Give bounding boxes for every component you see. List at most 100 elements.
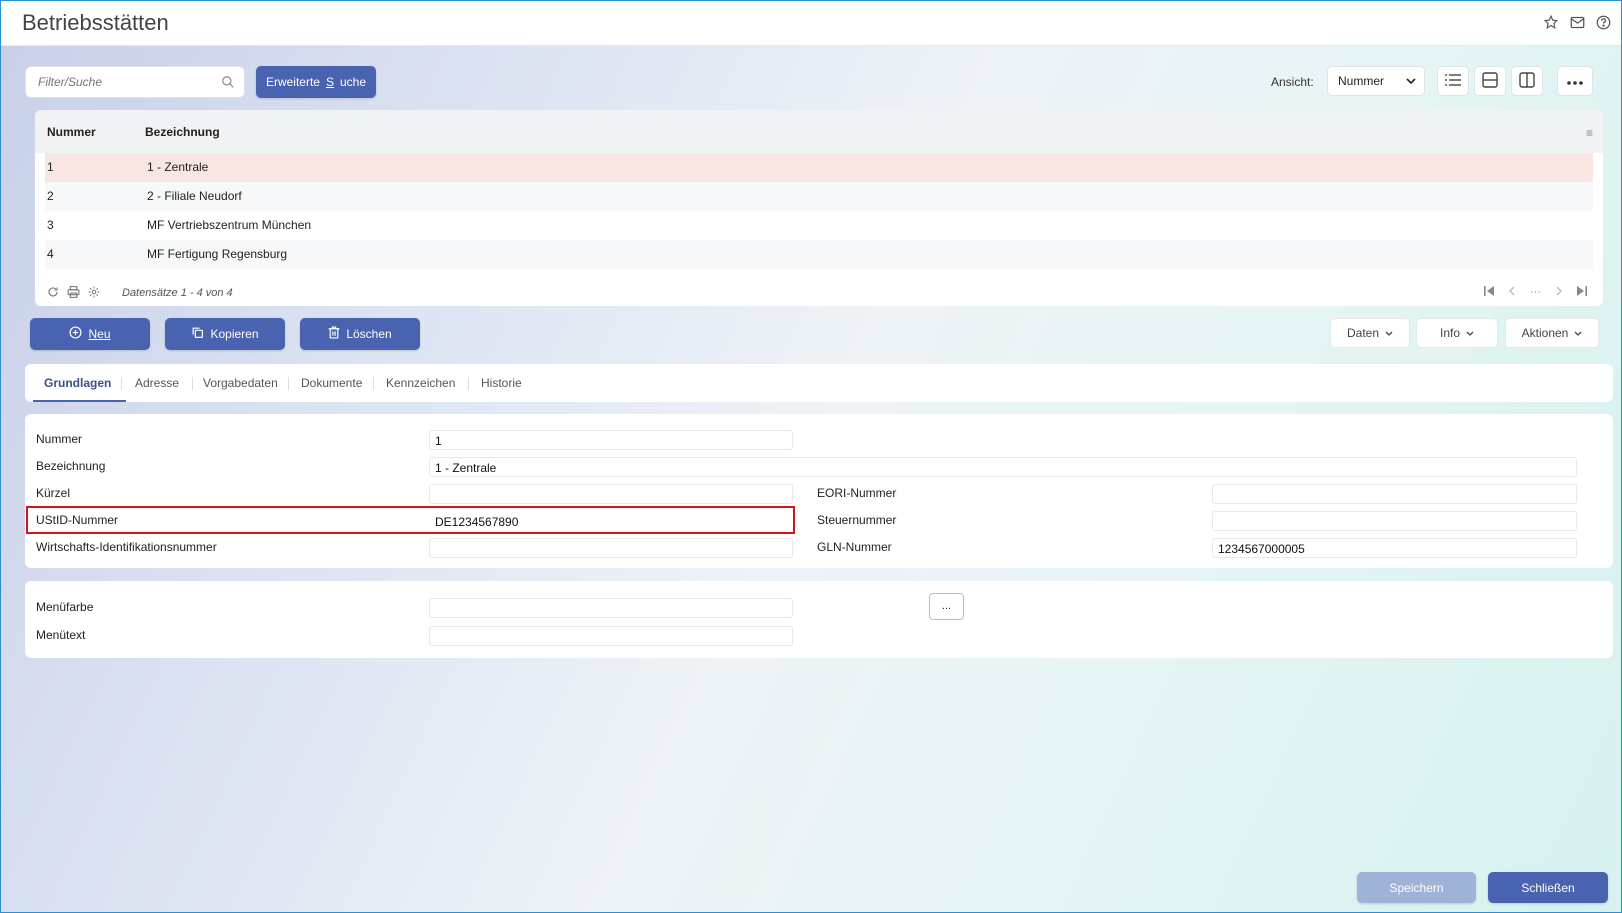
chevron-down-icon (1574, 326, 1582, 340)
tab-divider (468, 377, 469, 390)
title-icons (1543, 14, 1611, 30)
save-button[interactable]: Speichern (1357, 872, 1476, 903)
print-icon[interactable] (67, 286, 80, 301)
records-table: Nummer Bezeichnung ≡ 1 1 - Zentrale 2 2 … (35, 110, 1603, 306)
data-dropdown-label: Daten (1346, 326, 1380, 340)
more-pages-icon: ··· (1530, 286, 1541, 298)
tab-adresse[interactable]: Adresse (135, 376, 179, 390)
view-label: Ansicht: (1271, 75, 1314, 89)
refresh-icon[interactable] (47, 286, 59, 301)
cell-bezeichnung: MF Fertigung Regensburg (147, 247, 288, 261)
tab-grundlagen[interactable]: Grundlagen (44, 376, 111, 390)
record-count: Datensätze 1 - 4 von 4 (122, 287, 233, 299)
search-box (25, 66, 245, 98)
nummer-label: Nummer (36, 432, 83, 446)
nummer-field[interactable]: 1 (429, 430, 793, 450)
steuernummer-field[interactable] (1212, 511, 1577, 531)
color-picker-button[interactable]: ... (929, 593, 964, 620)
column-header-nummer[interactable]: Nummer (47, 125, 96, 139)
cell-nummer: 3 (47, 218, 54, 232)
list-view-button[interactable] (1437, 66, 1469, 96)
bezeichnung-field[interactable]: 1 - Zentrale (429, 457, 1577, 477)
close-button[interactable]: Schließen (1488, 872, 1608, 903)
table-row[interactable]: 1 1 - Zentrale (45, 153, 1593, 182)
pagination: ··· (1484, 286, 1587, 299)
column-header-bezeichnung[interactable]: Bezeichnung (145, 125, 220, 139)
cell-nummer: 1 (47, 160, 54, 174)
table-row[interactable]: 4 MF Fertigung Regensburg (45, 240, 1593, 269)
copy-button[interactable]: Kopieren (165, 318, 285, 350)
page-title: Betriebsstätten (22, 10, 169, 35)
cell-bezeichnung: MF Vertriebszentrum München (147, 218, 312, 232)
table-footer-icons (47, 286, 100, 301)
menufarbe-field[interactable] (429, 598, 793, 618)
tab-dokumente[interactable]: Dokumente (301, 376, 362, 390)
table-footer: Datensätze 1 - 4 von 4 ··· (47, 286, 1587, 302)
gln-field[interactable]: 1234567000005 (1212, 538, 1577, 558)
kuerzel-label: Kürzel (36, 486, 71, 500)
new-button-label: Neu (88, 327, 111, 341)
kuerzel-field[interactable] (429, 484, 793, 504)
tab-bar: Grundlagen Adresse Vorgabedaten Dokument… (25, 364, 1613, 402)
prev-page-icon[interactable] (1508, 286, 1516, 299)
tab-kennzeichen[interactable]: Kennzeichen (386, 376, 455, 390)
actions-dropdown[interactable]: Aktionen (1505, 318, 1599, 348)
menufarbe-label: Menüfarbe (36, 600, 94, 614)
info-dropdown-label: Info (1439, 326, 1460, 340)
gln-label: GLN-Nummer (817, 540, 892, 554)
tab-divider (121, 377, 122, 390)
bezeichnung-label: Bezeichnung (36, 459, 106, 473)
new-button[interactable]: Neu (30, 318, 150, 350)
view-select-value: Nummer (1338, 74, 1385, 88)
column-menu-icon[interactable]: ≡ (1586, 126, 1593, 140)
search-icon[interactable] (221, 75, 235, 92)
list-icon (1445, 73, 1461, 90)
copy-button-label: Kopieren (210, 327, 259, 341)
tab-historie[interactable]: Historie (481, 376, 522, 390)
tab-vorgabedaten[interactable]: Vorgabedaten (203, 376, 278, 390)
tab-divider (192, 377, 193, 390)
search-input[interactable] (26, 67, 206, 97)
mail-icon[interactable] (1569, 14, 1585, 30)
menutext-label: Menütext (36, 628, 86, 642)
active-tab-indicator (33, 400, 126, 402)
delete-button[interactable]: Löschen (300, 318, 420, 350)
advanced-search-button[interactable]: Erweiterte Suche (256, 66, 376, 98)
table-header: Nummer Bezeichnung ≡ (35, 110, 1603, 153)
table-row[interactable]: 3 MF Vertriebszentrum München (45, 211, 1593, 240)
tab-divider (373, 377, 374, 390)
star-icon[interactable] (1543, 14, 1559, 30)
help-icon[interactable] (1595, 14, 1611, 30)
menutext-field[interactable] (429, 626, 793, 646)
split-vertical-icon (1519, 71, 1535, 91)
app-window: Betriebsstätten Erweiterte Suche Ansicht… (0, 0, 1622, 913)
cell-bezeichnung: 2 - Filiale Neudorf (147, 189, 242, 203)
eori-field[interactable] (1212, 484, 1577, 504)
copy-icon (191, 326, 204, 342)
info-dropdown[interactable]: Info (1416, 318, 1498, 348)
table-row[interactable]: 2 2 - Filiale Neudorf (45, 182, 1593, 211)
menu-form (25, 581, 1613, 658)
delete-button-label: Löschen (346, 327, 392, 341)
data-dropdown[interactable]: Daten (1330, 318, 1410, 348)
trash-icon (328, 326, 340, 342)
split-horizontal-button[interactable] (1474, 66, 1506, 96)
chevron-down-icon (1385, 326, 1393, 340)
wirtschafts-id-label: Wirtschafts-Identifikationsnummer (36, 540, 217, 554)
wirtschafts-id-field[interactable] (429, 538, 793, 558)
split-horizontal-icon (1482, 71, 1498, 91)
steuernummer-label: Steuernummer (817, 513, 897, 527)
ustid-highlight-box (26, 506, 795, 534)
chevron-down-icon (1466, 326, 1474, 340)
chevron-down-icon (1406, 67, 1416, 107)
cell-nummer: 2 (47, 189, 54, 203)
more-options-button[interactable] (1557, 66, 1593, 96)
settings-icon[interactable] (88, 286, 100, 301)
last-page-icon[interactable] (1577, 286, 1587, 299)
tab-divider (288, 377, 289, 390)
first-page-icon[interactable] (1484, 286, 1494, 299)
next-page-icon[interactable] (1555, 286, 1563, 299)
view-select[interactable]: Nummer (1327, 66, 1425, 96)
eori-label: EORI-Nummer (817, 486, 897, 500)
split-vertical-button[interactable] (1511, 66, 1543, 96)
